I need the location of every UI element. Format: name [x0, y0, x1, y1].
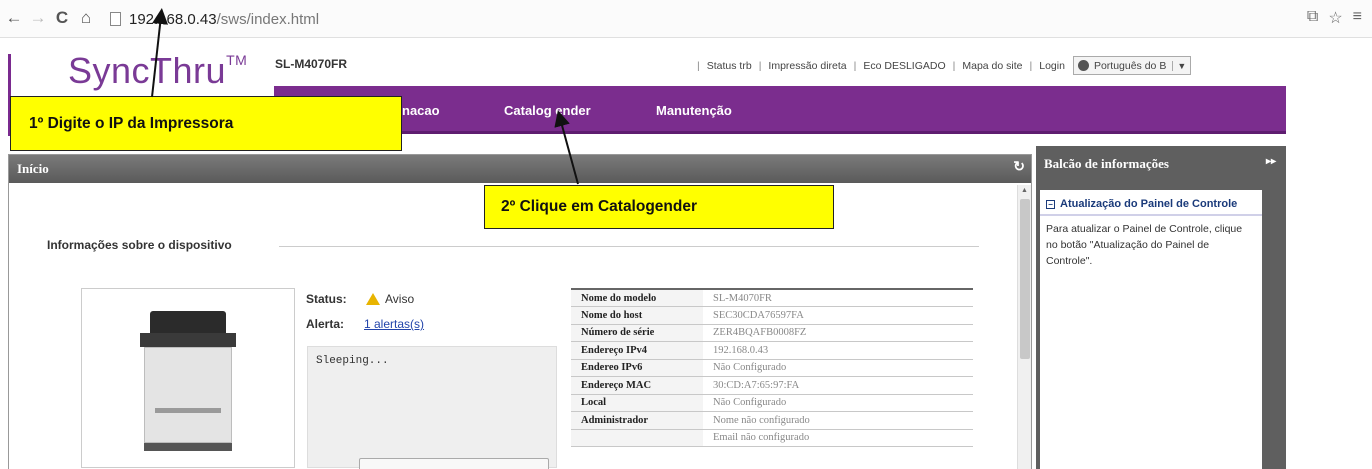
table-row: Administrador Nome não configurado: [571, 411, 973, 430]
top-links: | Status trb | Impressão direta | Eco DE…: [690, 56, 1192, 75]
link-status-trb[interactable]: Status trb: [707, 60, 752, 72]
info-panel: Balcão de informações ▸▸ − Atualização d…: [1036, 146, 1286, 469]
expand-arrow-icon[interactable]: ▸▸: [1266, 156, 1276, 167]
forward-arrow-icon[interactable]: →: [28, 8, 48, 28]
device-message: Sleeping...: [316, 355, 389, 367]
info-panel-body: − Atualização do Painel de Controle Para…: [1040, 190, 1262, 469]
translate-icon[interactable]: ⧉: [1307, 8, 1318, 28]
nav-item-manutencao[interactable]: Manutenção: [656, 103, 732, 118]
device-message-box: Sleeping...: [307, 346, 557, 468]
table-row: Endereço IPv4 192.168.0.43: [571, 341, 973, 360]
refresh-icon[interactable]: ↻: [1013, 159, 1025, 176]
alert-label: Alerta:: [306, 317, 345, 331]
address-bar[interactable]: 192.168.0.43/sws/index.html: [110, 8, 319, 30]
url-path: /sws/index.html: [216, 10, 320, 28]
nav-item-informacao[interactable]: nacao: [402, 103, 440, 118]
url-host: 192.168.0.43: [129, 10, 217, 28]
printer-image: [81, 288, 295, 468]
page-icon: [110, 12, 121, 26]
info-panel-title: Balcão de informações: [1044, 156, 1169, 171]
status-label: Status:: [306, 292, 347, 306]
device-info-table: Nome do modelo SL-M4070FR Nome do host SEC…: [571, 288, 973, 447]
link-login[interactable]: Login: [1039, 60, 1065, 72]
annotation-step1: 1º Digite o IP da Impressora: [10, 96, 402, 151]
bookmark-star-icon[interactable]: ☆: [1328, 8, 1342, 28]
table-row: Nome do modelo SL-M4070FR: [571, 288, 973, 307]
menu-icon[interactable]: ≡: [1353, 8, 1362, 28]
main-nav: nacao Catalog ender Manutenção: [274, 86, 1286, 134]
language-value: Português do B: [1093, 59, 1167, 72]
annotation-step2: 2º Clique em Catalogender: [484, 185, 834, 229]
section-divider: [279, 246, 979, 247]
globe-icon: [1077, 60, 1089, 71]
collapse-icon[interactable]: −: [1046, 199, 1055, 209]
link-impressao-direta[interactable]: Impressão direta: [768, 60, 846, 72]
language-select[interactable]: Português do B ▼: [1072, 56, 1192, 75]
table-row: Número de série ZER4BQAFB0008FZ: [571, 324, 973, 342]
link-eco[interactable]: Eco DESLIGADO: [863, 60, 945, 72]
panel-header: Início ↻: [9, 155, 1031, 183]
panel-title: Início: [17, 161, 49, 176]
table-row: Nome do host SEC30CDA76597FA: [571, 306, 973, 325]
info-panel-header: Balcão de informações ▸▸: [1036, 146, 1286, 176]
printer-icon: [140, 303, 236, 453]
scroll-thumb[interactable]: [1020, 199, 1030, 359]
home-icon[interactable]: ⌂: [76, 8, 96, 28]
status-value: Aviso: [385, 292, 415, 306]
table-row: Endereo IPv6 Não Configurado: [571, 359, 973, 377]
info-item-title[interactable]: − Atualização do Painel de Controle: [1040, 190, 1262, 216]
nav-item-catalogender[interactable]: Catalog ender: [504, 103, 591, 118]
status-row: Status: Aviso: [306, 292, 414, 306]
section-title: Informações sobre o dispositivo: [47, 238, 232, 252]
warning-icon: [366, 293, 380, 305]
syncthru-logo: SyncThruTM: [68, 50, 248, 91]
table-row: Endereço MAC 30:CD:A7:65:97:FA: [571, 376, 973, 395]
back-arrow-icon[interactable]: ←: [4, 8, 24, 28]
model-name: SL-M4070FR: [275, 57, 348, 71]
reload-icon[interactable]: C: [52, 8, 72, 28]
scroll-up-icon[interactable]: ▲: [1021, 187, 1028, 194]
info-item-text: Para atualizar o Painel de Controle, cli…: [1046, 223, 1243, 267]
alert-row: Alerta: 1 alertas(s): [306, 317, 424, 331]
chevron-down-icon: ▼: [1172, 60, 1186, 71]
table-row: Email não configurado: [571, 429, 973, 447]
alert-link[interactable]: 1 alertas(s): [364, 317, 424, 331]
link-site-map[interactable]: Mapa do site: [962, 60, 1022, 72]
update-panel-button[interactable]: [359, 458, 549, 469]
table-row: Local Não Configurado: [571, 394, 973, 412]
scrollbar[interactable]: ▲: [1017, 185, 1031, 469]
browser-toolbar: ← → C ⌂ 192.168.0.43/sws/index.html ⧉ ☆ …: [0, 0, 1372, 38]
